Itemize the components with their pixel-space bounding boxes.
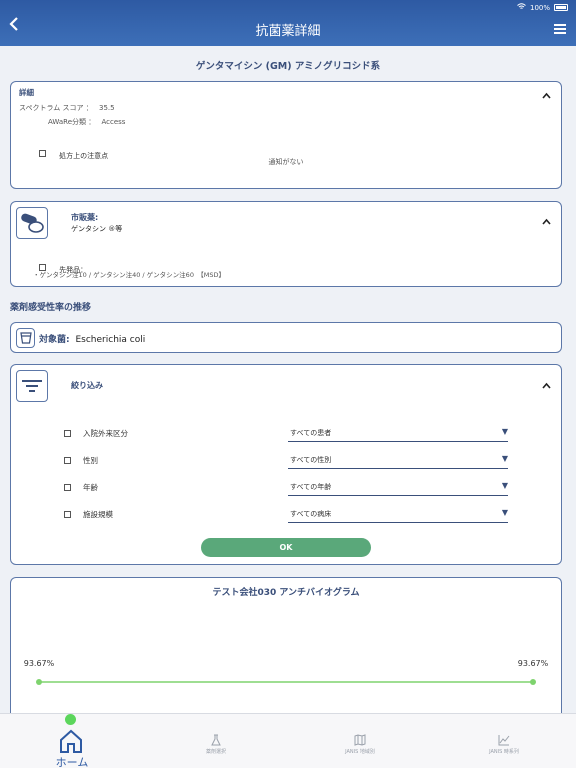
filter-label: 入院外来区分 (83, 429, 128, 438)
chevron-up-icon (542, 382, 551, 389)
battery-icon (554, 4, 568, 11)
select-value: すべての年齢 (290, 483, 332, 491)
filter-row-facility: 施設規模 すべての病床 ▼ (11, 506, 563, 526)
tab-label: ホーム (55, 756, 89, 768)
data-label: 93.67% (24, 659, 55, 668)
capsule-icon (21, 213, 44, 233)
dropdown-arrow-icon: ▼ (501, 427, 508, 436)
notification-dot (65, 714, 76, 725)
capsule-icon-box (16, 207, 48, 239)
battery-percent: 100% (529, 3, 550, 12)
sex-checkbox[interactable] (64, 457, 71, 464)
age-select[interactable]: すべての年齢 ▼ (288, 479, 508, 496)
cup-icon-box (16, 328, 35, 348)
antibiogram-chart: 93.67% 93.67% (24, 659, 549, 685)
data-label: 93.67% (518, 659, 549, 668)
hamburger-icon (554, 24, 566, 26)
page-title: 抗菌薬詳細 (255, 24, 321, 39)
details-heading: 詳細 (19, 88, 34, 97)
caution-checkbox[interactable] (39, 150, 46, 157)
dropdown-arrow-icon: ▼ (501, 454, 508, 463)
tab-label: 薬剤選択 (205, 749, 226, 755)
map-icon (354, 734, 366, 746)
flask-icon (211, 734, 221, 746)
data-point[interactable] (36, 679, 42, 685)
nav-header: 100% 抗菌薬詳細 (0, 0, 576, 46)
tab-label: JANIS 地域別 (345, 749, 375, 755)
antibiogram-card: テスト会社030 アンチバイオグラム 93.67% 93.67% (10, 577, 562, 717)
tab-drug[interactable]: 薬剤選択 (144, 714, 288, 768)
beaker-icon (19, 332, 32, 344)
data-point[interactable] (530, 679, 536, 685)
collapse-filter-button[interactable] (542, 382, 551, 392)
trend-icon (498, 735, 510, 746)
select-value: すべての病床 (290, 510, 332, 518)
menu-button[interactable] (554, 24, 566, 34)
filter-row-sex: 性別 すべての性別 ▼ (11, 452, 563, 472)
brand-name: ゲンタシン ®等 (71, 225, 123, 233)
tab-janis-region[interactable]: JANIS 地域別 (288, 714, 432, 768)
age-checkbox[interactable] (64, 484, 71, 491)
dropdown-arrow-icon: ▼ (501, 508, 508, 517)
tab-label: JANIS 時系列 (489, 749, 519, 755)
filter-row-admission: 入院外来区分 すべての患者 ▼ (11, 425, 563, 445)
admission-select[interactable]: すべての患者 ▼ (288, 425, 508, 442)
drug-name: ゲンタマイシン (GM) アミノグリコシド系 (195, 61, 381, 72)
filter-label: 性別 (83, 456, 98, 465)
select-value: すべての患者 (290, 429, 332, 437)
filter-label: 年齢 (83, 483, 98, 492)
dropdown-arrow-icon: ▼ (501, 481, 508, 490)
susceptibility-heading: 薬剤感受性率の推移 (10, 303, 92, 313)
commercial-card: 市販薬: ゲンタシン ®等 先発品： ・ゲンタシン注10 / ゲンタシン注40 … (10, 201, 562, 287)
aware-value: Access (101, 118, 126, 126)
collapse-commercial-button[interactable] (542, 218, 551, 228)
sex-select[interactable]: すべての性別 ▼ (288, 452, 508, 469)
facility-checkbox[interactable] (64, 511, 71, 518)
commercial-heading: 市販薬: (71, 213, 99, 222)
tab-bar: ホーム 薬剤選択 JANIS 地域別 JANIS 時系列 (0, 713, 576, 768)
spectrum-label: スペクトラム スコア ： (19, 104, 93, 112)
chevron-up-icon (542, 218, 551, 225)
original-list: ・ゲンタシン注10 / ゲンタシン注40 / ゲンタシン注60 【MSD】 (33, 271, 225, 279)
aware-label: AWaRe分類 ： (48, 118, 96, 126)
filter-icon-box (16, 370, 48, 402)
select-value: すべての性別 (290, 456, 332, 464)
target-label: 対象菌: (39, 335, 70, 345)
collapse-details-button[interactable] (542, 92, 551, 102)
status-bar: 100% (517, 3, 568, 12)
filter-heading: 絞り込み (71, 381, 103, 390)
notice-text: 通知がない (268, 158, 304, 166)
filter-row-age: 年齢 すべての年齢 ▼ (11, 479, 563, 499)
wifi-icon (517, 3, 526, 12)
filter-icon (22, 380, 42, 392)
facility-select[interactable]: すべての病床 ▼ (288, 506, 508, 523)
filter-card: 絞り込み 入院外来区分 すべての患者 ▼ 性別 すべての性別 ▼ 年齢 すべての… (10, 364, 562, 565)
target-organism: Escherichia coli (75, 335, 146, 345)
tab-janis-trend[interactable]: JANIS 時系列 (432, 714, 576, 768)
admission-checkbox[interactable] (64, 430, 71, 437)
filter-label: 施設規模 (83, 510, 113, 519)
spectrum-value: 35.5 (98, 104, 115, 112)
chevron-up-icon (542, 92, 551, 99)
details-card: 詳細 スペクトラム スコア ： 35.5 AWaRe分類 ： Access 処方… (10, 81, 562, 189)
antibiogram-title: テスト会社030 アンチバイオグラム (212, 588, 360, 598)
home-icon (60, 729, 82, 753)
target-card[interactable]: 対象菌: Escherichia coli (10, 322, 562, 353)
ok-button[interactable]: OK (201, 538, 371, 557)
